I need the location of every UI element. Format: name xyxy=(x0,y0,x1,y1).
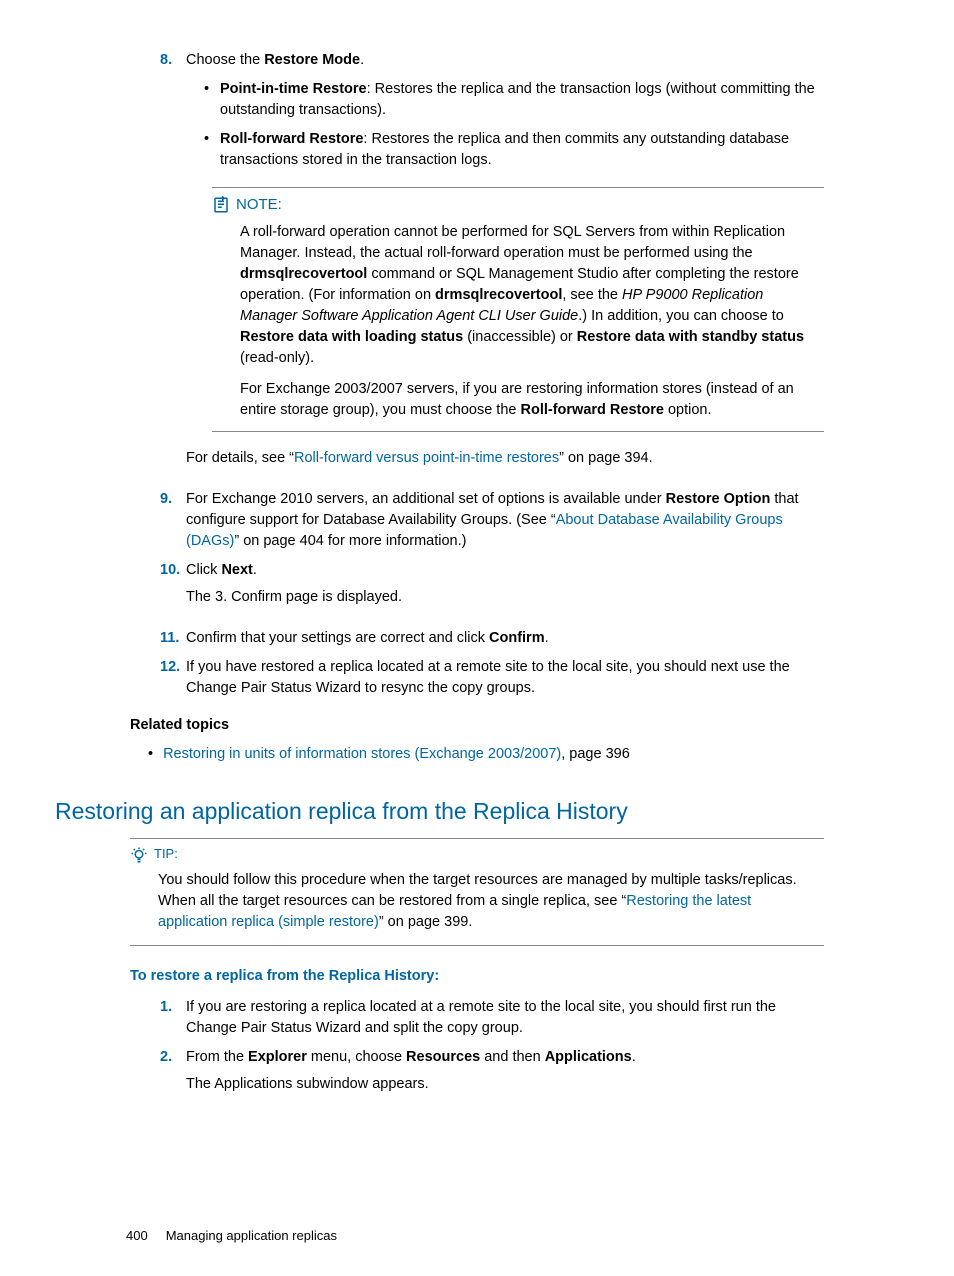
text: . xyxy=(253,562,257,578)
ordered-list-continuation: 8. Choose the Restore Mode. • Point-in-t… xyxy=(130,50,824,699)
step-body: Choose the Restore Mode. • Point-in-time… xyxy=(186,50,824,481)
procedure-list: 1. If you are restoring a replica locate… xyxy=(130,997,824,1107)
text: . xyxy=(632,1049,636,1065)
text: menu, choose xyxy=(307,1049,406,1065)
proc-step-2: 2. From the Explorer menu, choose Resour… xyxy=(160,1047,824,1107)
step-9: 9. For Exchange 2010 servers, an additio… xyxy=(160,489,824,552)
step-number: 12. xyxy=(160,657,186,699)
page-footer: 400 Managing application replicas xyxy=(126,1227,824,1246)
step-12: 12. If you have restored a replica locat… xyxy=(160,657,824,699)
note-body: A roll-forward operation cannot be perfo… xyxy=(212,222,824,421)
text: and then xyxy=(480,1049,545,1065)
applications-menu: Applications xyxy=(545,1049,632,1065)
option-label: Point-in-time Restore xyxy=(220,81,367,97)
bullet-dot: • xyxy=(204,79,220,121)
related-topics-heading: Related topics xyxy=(130,715,824,736)
related-topics-list: • Restoring in units of information stor… xyxy=(130,744,824,765)
step-number: 11. xyxy=(160,628,186,649)
step-number: 1. xyxy=(160,997,186,1039)
note-heading: NOTE: xyxy=(212,194,824,216)
text: option. xyxy=(664,402,712,418)
text: Confirm that your settings are correct a… xyxy=(186,630,489,646)
proc-step-2-result: The Applications subwindow appears. xyxy=(186,1074,824,1095)
text: (inaccessible) or xyxy=(463,329,577,345)
option: Restore data with loading status xyxy=(240,329,463,345)
text: . xyxy=(360,52,364,68)
option-point-in-time: • Point-in-time Restore: Restores the re… xyxy=(204,79,824,121)
confirm-button-label: Confirm xyxy=(489,630,545,646)
step-8: 8. Choose the Restore Mode. • Point-in-t… xyxy=(160,50,824,481)
resources-menu: Resources xyxy=(406,1049,480,1065)
restore-option-label: Restore Option xyxy=(666,491,771,507)
text: . xyxy=(545,630,549,646)
option-label: Roll-forward Restore xyxy=(220,131,363,147)
page-number: 400 xyxy=(126,1227,148,1246)
procedure-heading: To restore a replica from the Replica Hi… xyxy=(130,966,824,987)
text: ” on page 404 for more information.) xyxy=(234,533,466,549)
step-10: 10. Click Next. The 3. Confirm page is d… xyxy=(160,560,824,620)
tip-icon xyxy=(130,846,148,864)
step-8-followup: For details, see “Roll-forward versus po… xyxy=(186,448,824,469)
step-10-result: The 3. Confirm page is displayed. xyxy=(186,587,824,608)
tip-label: TIP: xyxy=(154,845,178,864)
proc-step-1: 1. If you are restoring a replica locate… xyxy=(160,997,824,1039)
cmd: drmsqlrecovertool xyxy=(435,287,562,303)
tip-body: You should follow this procedure when th… xyxy=(130,870,824,933)
link-restoring-info-stores[interactable]: Restoring in units of information stores… xyxy=(163,746,561,762)
text: .) In addition, you can choose to xyxy=(578,308,784,324)
section-heading-restore-replica-history: Restoring an application replica from th… xyxy=(55,795,824,828)
step-text: If you have restored a replica located a… xyxy=(186,657,824,699)
step-number: 8. xyxy=(160,50,186,481)
cmd: drmsqlrecovertool xyxy=(240,266,367,282)
link-rollforward-vs-pit[interactable]: Roll-forward versus point-in-time restor… xyxy=(294,450,559,466)
text: For details, see “ xyxy=(186,450,294,466)
note-icon xyxy=(212,196,230,214)
option: Roll-forward Restore xyxy=(521,402,664,418)
note-label: NOTE: xyxy=(236,194,282,216)
note-callout: NOTE: A roll-forward operation cannot be… xyxy=(212,187,824,432)
text: ” on page 394. xyxy=(559,450,653,466)
bullet-dot: • xyxy=(204,129,220,171)
step-11: 11. Confirm that your settings are corre… xyxy=(160,628,824,649)
step-text: If you are restoring a replica located a… xyxy=(186,997,824,1039)
text: Choose the xyxy=(186,52,264,68)
related-item: • Restoring in units of information stor… xyxy=(148,744,824,765)
option-roll-forward: • Roll-forward Restore: Restores the rep… xyxy=(204,129,824,171)
text: , page 396 xyxy=(561,746,630,762)
tip-callout: TIP: You should follow this procedure wh… xyxy=(130,838,824,946)
restore-mode-label: Restore Mode xyxy=(264,52,360,68)
tip-heading: TIP: xyxy=(130,845,824,864)
option: Restore data with standby status xyxy=(577,329,804,345)
text: Click xyxy=(186,562,221,578)
next-button-label: Next xyxy=(221,562,252,578)
text: For Exchange 2010 servers, an additional… xyxy=(186,491,666,507)
step-number: 10. xyxy=(160,560,186,620)
restore-mode-options: • Point-in-time Restore: Restores the re… xyxy=(186,79,824,171)
text: ” on page 399. xyxy=(379,914,473,930)
text: A roll-forward operation cannot be perfo… xyxy=(240,224,785,261)
step-number: 9. xyxy=(160,489,186,552)
chapter-title: Managing application replicas xyxy=(166,1227,337,1246)
step-number: 2. xyxy=(160,1047,186,1107)
text: (read-only). xyxy=(240,350,314,366)
text: , see the xyxy=(562,287,622,303)
bullet-dot: • xyxy=(148,744,153,765)
explorer-menu: Explorer xyxy=(248,1049,307,1065)
text: From the xyxy=(186,1049,248,1065)
